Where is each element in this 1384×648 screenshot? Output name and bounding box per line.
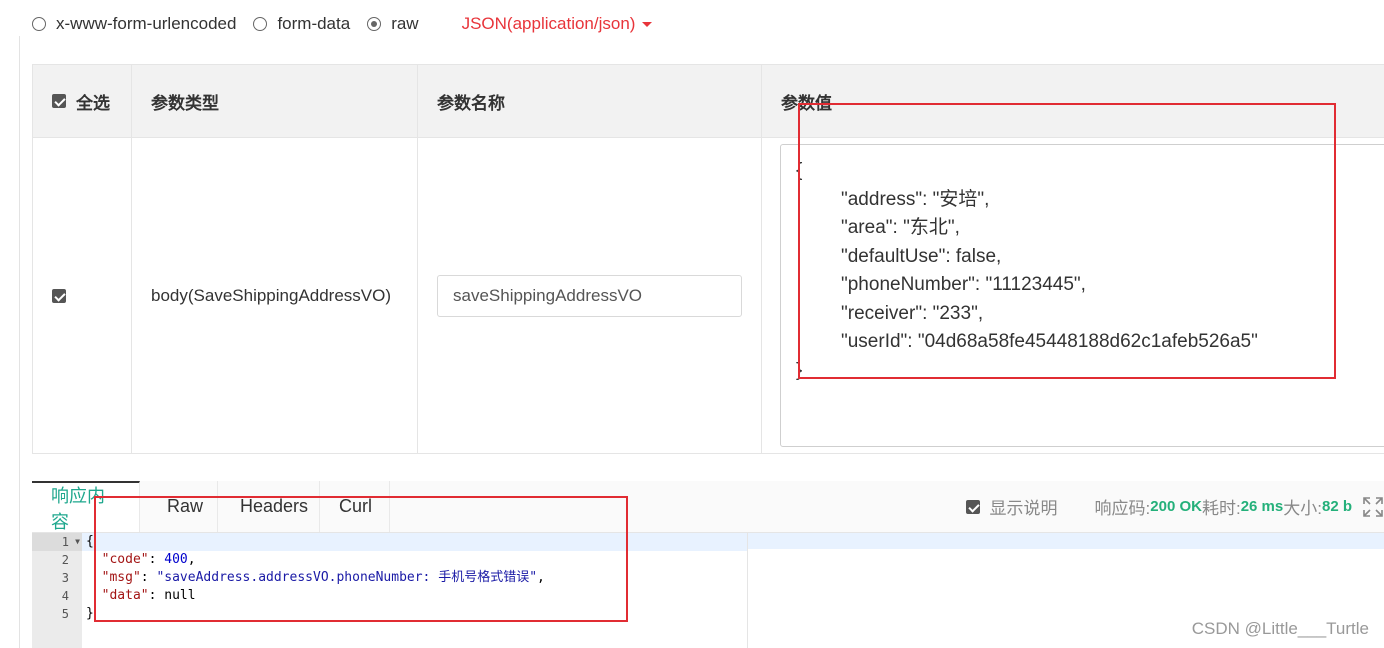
param-table-header: 全选 参数类型 参数名称 参数值 [32,64,1384,138]
line-number: 1 ▼ [32,533,82,551]
table-row: body(SaveShippingAddressVO) saveShipping… [32,137,1384,454]
radio-circle-icon[interactable] [32,17,46,31]
line-number: 3 [61,571,69,585]
json-line: "receiver": "233", [841,302,984,324]
status-label: 响应码: [1094,499,1151,518]
tab-headers[interactable]: Headers [218,481,320,532]
json-line: } [796,359,803,381]
radio-form-data[interactable]: form-data [253,14,350,34]
json-line: { [796,160,803,181]
param-name-cell: saveShippingAddressVO [417,137,762,454]
editor-active-line-highlight [748,533,1384,549]
response-tabs-bar: 响应内容 Raw Headers Curl 显示说明 响应码: 200 OK 耗时:… [32,481,1384,533]
content-type-dropdown[interactable]: JSON(application/json) [462,14,653,34]
fullscreen-icon[interactable] [1362,496,1384,518]
param-type-cell: body(SaveShippingAddressVO) [131,137,418,454]
json-body-textarea[interactable]: { "address": "安培", "area": "东北", "defaultUs… [780,144,1384,447]
size-label: 大小: [1283,499,1322,518]
response-meta: 显示说明 响应码: 200 OK 耗时: 26 ms 大小: 82 b [965,481,1384,532]
row-check-cell [32,137,132,454]
tab-curl[interactable]: Curl [320,481,390,532]
show-description-checkbox[interactable] [965,499,980,514]
editor-gutter: 1 ▼ 2 3 4 5 [32,533,82,648]
show-description-toggle[interactable]: 显示说明 [965,494,1058,519]
param-table: 全选 参数类型 参数名称 参数值 body(SaveShippingAddres… [32,64,1384,454]
size-value: 82 b [1321,498,1352,515]
json-line: "defaultUse": false, [841,245,1002,267]
line-number: 4 [61,589,69,603]
response-editor[interactable]: 1 ▼ 2 3 4 5 { "code": 400, "msg": "saveAd… [32,533,748,648]
json-line: "phoneNumber": "11123445", [841,274,1086,295]
show-description-label: 显示说明 [989,499,1058,518]
row-checkbox[interactable] [52,289,66,304]
body-type-selector: x-www-form-urlencoded form-data raw JSON… [32,12,653,36]
param-name-header: 参数名称 [417,64,762,138]
param-name-input[interactable]: saveShippingAddressVO [437,274,742,317]
param-value-cell: { "address": "安培", "area": "东北", "defaultUs… [761,137,1384,454]
time-value: 26 ms [1240,498,1284,515]
response-stats: 响应码: 200 OK 耗时: 26 ms 大小: 82 b [1095,494,1352,519]
code-line: "msg": "saveAddress.addressVO.phoneNumbe… [101,570,545,585]
code-line: "data": null [101,588,196,603]
param-value-header: 参数值 [761,64,1384,138]
code-line: "code": 400, [101,552,196,567]
caret-down-icon [642,21,653,27]
status-value: 200 OK [1150,498,1202,515]
radio-checked-icon[interactable] [367,17,382,31]
radio-label: x-www-form-urlencoded [56,14,237,33]
tab-raw[interactable]: Raw [140,481,218,532]
radio-raw[interactable]: raw [367,14,419,34]
fold-arrow-icon[interactable]: ▼ [75,533,80,551]
watermark: CSDN @Little___Turtle [1191,619,1369,638]
param-type-header: 参数类型 [131,64,418,138]
left-panel-border [0,36,20,648]
json-line: "area": "东北", [841,217,960,238]
line-number: 2 [61,553,69,567]
json-line: "userId": "04d68a58fe45448188d62c1afeb52… [841,331,1258,352]
select-all-header: 全选 [32,64,132,138]
radio-urlencoded[interactable]: x-www-form-urlencoded [32,14,236,34]
radio-label: raw [391,14,419,33]
radio-circle-icon[interactable] [253,17,268,31]
select-all-checkbox[interactable] [52,94,66,108]
radio-label: form-data [277,14,351,33]
tab-response-content[interactable]: 响应内容 [32,481,140,532]
content-type-label: JSON(application/json) [461,14,636,33]
code-line: { [82,533,747,551]
select-all-label: 全选 [76,93,110,113]
line-number: 5 [61,607,69,621]
editor-code: { "code": 400, "msg": "saveAddress.addre… [82,533,747,623]
code-line: } [86,606,94,621]
json-line: "address": "安培", [841,188,990,210]
time-label: 耗时: [1201,499,1241,518]
